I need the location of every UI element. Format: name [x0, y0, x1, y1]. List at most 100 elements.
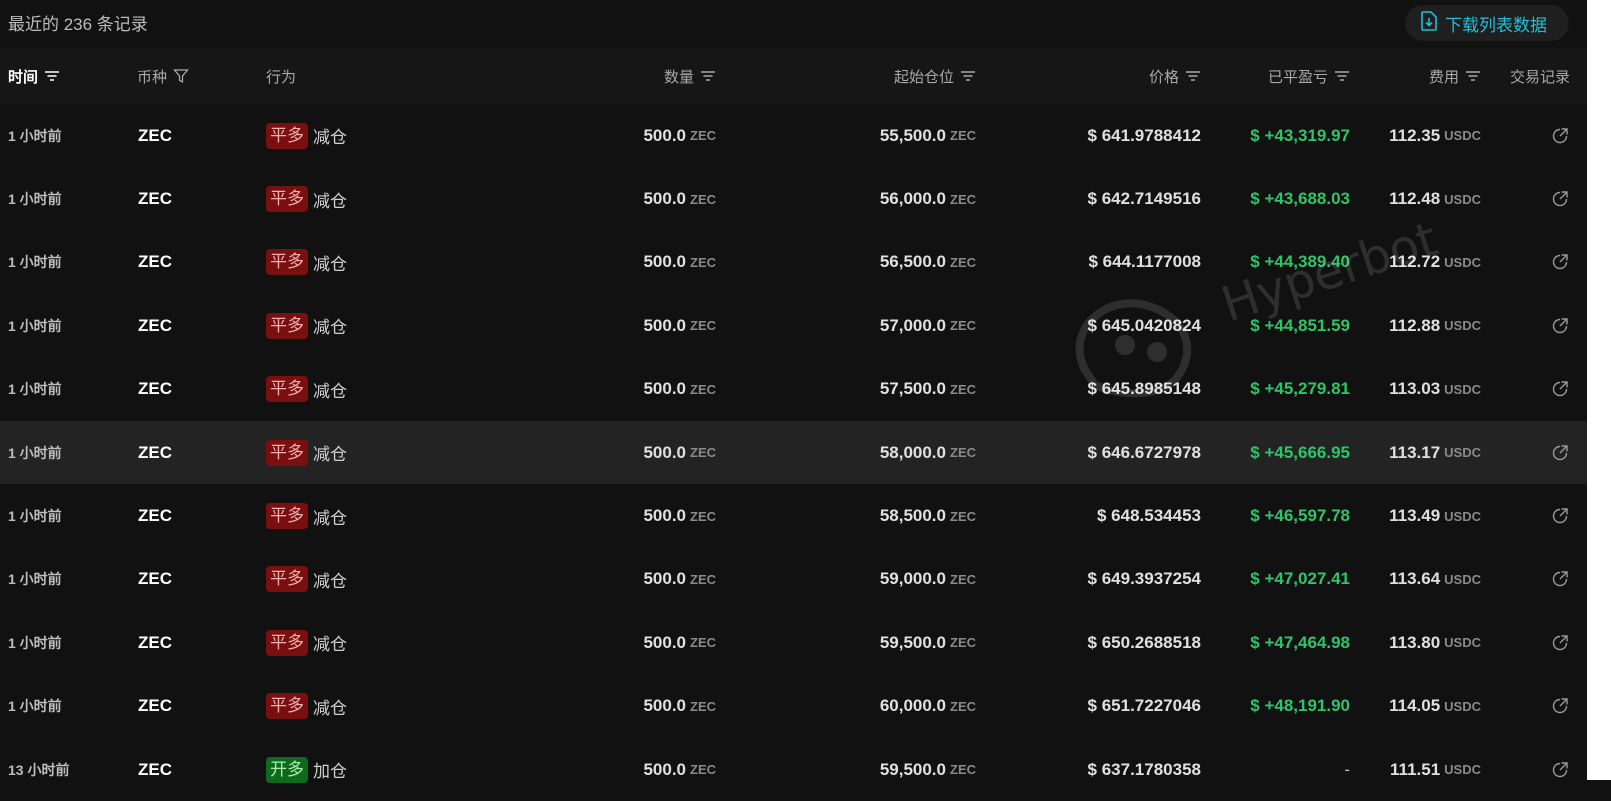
external-link-icon[interactable] [1551, 761, 1569, 779]
column-header-coin[interactable]: 币种 [137, 48, 189, 104]
coin-cell[interactable]: ZEC [138, 104, 172, 167]
column-header-price[interactable]: 价格 [1010, 48, 1201, 104]
trade-record-link[interactable] [1550, 421, 1570, 484]
direction-badge: 平多 [266, 312, 308, 339]
filter-icon[interactable] [173, 68, 189, 84]
fee-unit: USDC [1444, 762, 1481, 778]
realized-pnl-value: $ +46,597.78 [1250, 506, 1350, 526]
table-row[interactable]: 1 小时前 ZEC 平多 减仓 500.0 ZEC 59,500.0 ZEC $ 650.268… [0, 611, 1587, 674]
start-position-unit: ZEC [950, 571, 976, 587]
time-cell: 13 小时前 [8, 761, 70, 778]
column-header-amount[interactable]: 数量 [560, 48, 716, 104]
trade-record-link[interactable] [1550, 611, 1570, 674]
price-cell: $ 642.7149516 [1010, 167, 1201, 230]
external-link-icon[interactable] [1551, 634, 1569, 652]
sort-icon[interactable] [700, 70, 716, 82]
trade-record-link[interactable] [1550, 231, 1570, 294]
action-cell: 开多 加仓 [266, 738, 347, 801]
table-row[interactable]: 1 小时前 ZEC 平多 减仓 500.0 ZEC 57,000.0 ZEC $ 645.042… [0, 294, 1587, 357]
price-value: $ 651.7227046 [1087, 696, 1201, 716]
coin-cell[interactable]: ZEC [138, 675, 172, 738]
record-count: 最近的 236 条记录 [8, 15, 148, 34]
realized-pnl-value: $ +44,389.40 [1250, 252, 1350, 272]
table-row[interactable]: 1 小时前 ZEC 平多 减仓 500.0 ZEC 60,000.0 ZEC $ 651.722… [0, 675, 1587, 738]
table-row[interactable]: 1 小时前 ZEC 平多 减仓 500.0 ZEC 55,500.0 ZEC $ 641.978… [0, 104, 1587, 167]
external-link-icon[interactable] [1551, 380, 1569, 398]
direction-badge: 平多 [266, 693, 308, 720]
column-header-start-position[interactable]: 起始仓位 [790, 48, 976, 104]
coin-cell[interactable]: ZEC [138, 484, 172, 547]
time-cell: 1 小时前 [8, 381, 62, 398]
trade-record-link[interactable] [1550, 104, 1570, 167]
external-link-icon[interactable] [1551, 190, 1569, 208]
coin-cell[interactable]: ZEC [138, 167, 172, 230]
time-cell: 1 小时前 [8, 254, 62, 271]
start-position-unit: ZEC [950, 128, 976, 144]
realized-pnl-cell: $ +43,319.97 [1210, 104, 1350, 167]
coin-cell[interactable]: ZEC [138, 421, 172, 484]
table-row[interactable]: 1 小时前 ZEC 平多 减仓 500.0 ZEC 59,000.0 ZEC $ 649.393… [0, 548, 1587, 611]
coin-cell[interactable]: ZEC [138, 358, 172, 421]
amount-unit: ZEC [690, 191, 716, 207]
download-list-label: 下载列表数据 [1445, 15, 1547, 35]
start-position-cell: 59,500.0 ZEC [790, 611, 976, 674]
trade-record-link[interactable] [1550, 675, 1570, 738]
external-link-icon[interactable] [1551, 570, 1569, 588]
fee-unit: USDC [1444, 128, 1481, 144]
coin-cell[interactable]: ZEC [138, 231, 172, 294]
page-scrollbar[interactable] [1587, 0, 1611, 780]
external-link-icon[interactable] [1551, 444, 1569, 462]
action-label: 减仓 [313, 698, 347, 718]
table-row[interactable]: 1 小时前 ZEC 平多 减仓 500.0 ZEC 56,500.0 ZEC $ 644.117… [0, 231, 1587, 294]
fee-unit: USDC [1444, 381, 1481, 397]
trade-record-link[interactable] [1550, 358, 1570, 421]
table-row[interactable]: 1 小时前 ZEC 平多 减仓 500.0 ZEC 58,000.0 ZEC $ 646.672… [0, 420, 1587, 485]
external-link-icon[interactable] [1551, 253, 1569, 271]
trade-record-link[interactable] [1550, 167, 1570, 230]
amount-cell: 500.0 ZEC [560, 738, 716, 801]
table-row[interactable]: 1 小时前 ZEC 平多 减仓 500.0 ZEC 57,500.0 ZEC $ 645.898… [0, 358, 1587, 421]
sort-icon[interactable] [960, 70, 976, 82]
column-header-fee[interactable]: 费用 [1380, 48, 1481, 104]
trade-record-link[interactable] [1550, 294, 1570, 357]
external-link-icon[interactable] [1551, 127, 1569, 145]
amount-value: 500.0 [643, 759, 686, 779]
start-position-cell: 59,500.0 ZEC [790, 738, 976, 801]
trade-record-link[interactable] [1550, 738, 1570, 801]
start-position-cell: 60,000.0 ZEC [790, 675, 976, 738]
coin-cell[interactable]: ZEC [138, 548, 172, 611]
sort-icon[interactable] [1334, 70, 1350, 82]
fee-cell: 112.35 USDC [1380, 104, 1481, 167]
external-link-icon[interactable] [1551, 317, 1569, 335]
table-row[interactable]: 13 小时前 ZEC 开多 加仓 500.0 ZEC 59,500.0 ZEC $ 637.17… [0, 738, 1587, 801]
coin-cell[interactable]: ZEC [138, 294, 172, 357]
time-cell: 1 小时前 [8, 127, 62, 144]
external-link-icon[interactable] [1551, 507, 1569, 525]
sort-icon[interactable] [1185, 70, 1201, 82]
direction-badge: 平多 [266, 439, 308, 466]
price-cell: $ 649.3937254 [1010, 548, 1201, 611]
amount-value: 500.0 [643, 379, 686, 399]
time-cell: 1 小时前 [8, 317, 62, 334]
table-row[interactable]: 1 小时前 ZEC 平多 减仓 500.0 ZEC 56,000.0 ZEC $ 642.714… [0, 167, 1587, 230]
amount-cell: 500.0 ZEC [560, 421, 716, 484]
coin-cell[interactable]: ZEC [138, 738, 172, 801]
table-row[interactable]: 1 小时前 ZEC 平多 减仓 500.0 ZEC 58,500.0 ZEC $ 648.534… [0, 484, 1587, 547]
trade-record-link[interactable] [1550, 548, 1570, 611]
sort-icon[interactable] [1465, 70, 1481, 82]
amount-unit: ZEC [690, 635, 716, 651]
coin-cell[interactable]: ZEC [138, 611, 172, 674]
price-cell: $ 645.8985148 [1010, 358, 1201, 421]
column-header-realized-pnl[interactable]: 已平盈亏 [1210, 48, 1350, 104]
fee-unit: USDC [1444, 635, 1481, 651]
amount-unit: ZEC [690, 698, 716, 714]
column-header-time[interactable]: 时间 [8, 48, 60, 104]
fee-cell: 114.05 USDC [1380, 675, 1481, 738]
direction-badge: 平多 [266, 629, 308, 656]
trade-record-link[interactable] [1550, 484, 1570, 547]
price-value: $ 650.2688518 [1087, 632, 1201, 652]
external-link-icon[interactable] [1551, 697, 1569, 715]
sort-icon[interactable] [44, 70, 60, 82]
start-position-value: 57,000.0 [879, 315, 946, 335]
download-list-button[interactable]: 下载列表数据 [1405, 5, 1569, 41]
